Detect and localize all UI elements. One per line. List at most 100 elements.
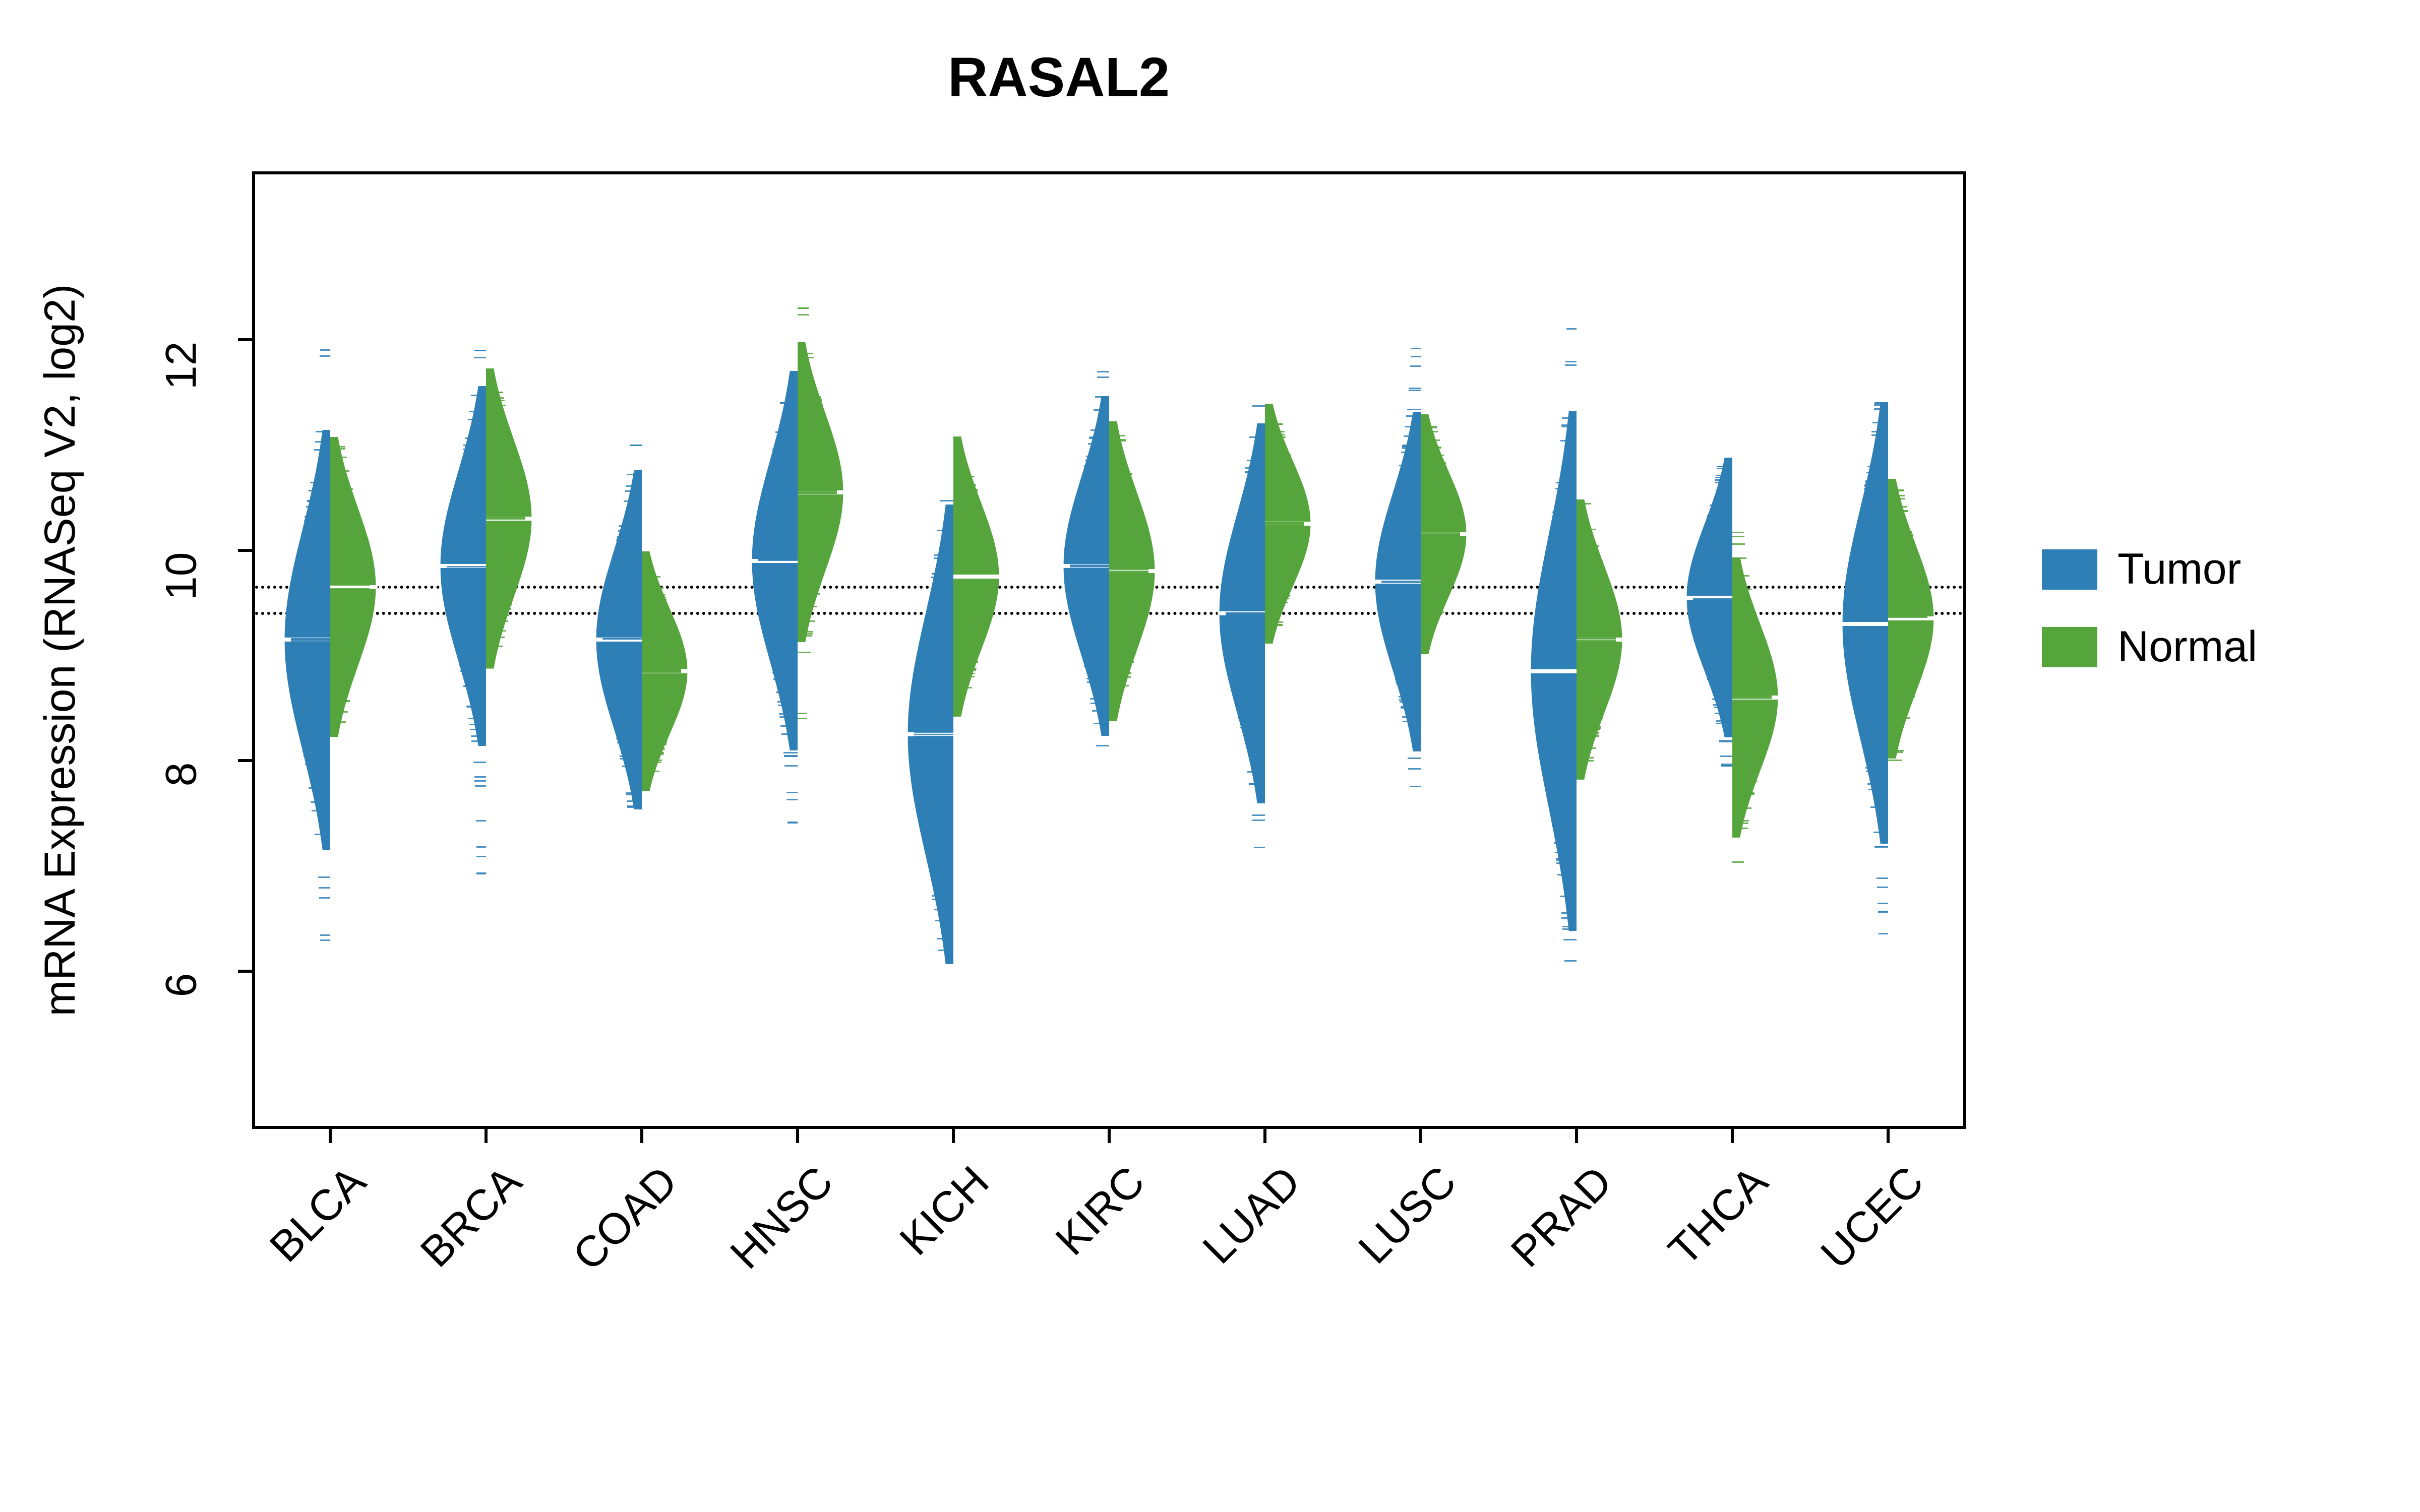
data-tick: [291, 643, 330, 645]
data-tick: [1693, 610, 1732, 612]
data-tick: [447, 579, 486, 580]
data-tick: [1421, 469, 1447, 470]
data-tick: [330, 604, 369, 606]
data-tick: [447, 548, 486, 549]
data-tick: [1421, 574, 1455, 575]
data-tick: [798, 437, 830, 438]
data-tick: [448, 596, 486, 597]
data-tick: [1072, 602, 1109, 603]
data-tick: [453, 497, 486, 499]
data-tick: [758, 565, 798, 566]
data-tick: [953, 596, 992, 598]
data-tick: [1716, 720, 1733, 722]
data-tick: [1406, 415, 1421, 417]
data-tick: [330, 594, 370, 595]
data-tick: [1871, 434, 1889, 436]
data-tick: [1888, 653, 1924, 655]
data-tick: [1560, 440, 1577, 442]
data-tick: [1577, 529, 1595, 530]
data-tick: [476, 846, 486, 848]
data-tick: [953, 620, 988, 621]
data-tick: [292, 676, 330, 678]
data-tick: [798, 652, 811, 653]
data-tick: [798, 606, 817, 607]
data-tick: [1577, 596, 1611, 597]
data-tick: [642, 597, 666, 598]
data-tick: [330, 721, 346, 723]
data-tick: [1245, 467, 1265, 469]
data-tick: [798, 480, 836, 481]
data-tick: [1873, 832, 1889, 833]
data-tick: [486, 614, 510, 616]
data-tick: [293, 684, 330, 685]
data-tick: [934, 909, 953, 910]
data-tick: [1247, 771, 1265, 773]
data-tick: [1888, 760, 1902, 761]
data-tick: [294, 695, 330, 697]
data-tick: [310, 482, 330, 483]
data-tick: [1715, 482, 1733, 483]
data-tick: [616, 544, 642, 546]
data-tick: [319, 897, 330, 899]
data-tick: [953, 600, 991, 601]
data-tick: [330, 551, 367, 552]
data-tick: [463, 685, 486, 687]
data-tick: [1109, 618, 1143, 620]
data-tick: [1421, 585, 1451, 587]
data-tick: [786, 792, 798, 793]
data-tick: [1109, 569, 1148, 570]
data-tick: [1080, 647, 1109, 648]
data-tick: [1234, 535, 1265, 537]
data-tick: [486, 585, 516, 587]
data-tick: [914, 746, 953, 748]
data-tick: [603, 617, 642, 618]
data-tick: [1695, 571, 1732, 573]
data-tick: [627, 474, 642, 475]
data-tick: [1888, 657, 1923, 658]
data-tick: [1265, 512, 1304, 514]
data-tick: [306, 506, 330, 508]
data-tick: [1109, 607, 1145, 609]
data-tick: [1109, 473, 1132, 475]
data-tick: [1401, 706, 1421, 708]
data-tick: [759, 580, 798, 581]
legend-item-normal: Normal: [2042, 622, 2257, 672]
data-tick: [471, 735, 486, 737]
data-tick: [1228, 651, 1265, 652]
data-tick: [291, 620, 330, 622]
data-tick: [1888, 495, 1905, 496]
data-tick: [486, 573, 519, 575]
data-tick: [1693, 609, 1732, 610]
data-tick: [1109, 523, 1143, 524]
data-tick: [1254, 847, 1265, 848]
data-tick: [798, 713, 807, 714]
data-tick: [330, 529, 362, 531]
data-tick: [1074, 616, 1109, 618]
data-tick: [1540, 728, 1577, 730]
data-tick: [1701, 541, 1732, 543]
data-tick: [1537, 663, 1577, 665]
data-tick: [330, 600, 369, 602]
data-tick: [642, 599, 667, 600]
data-tick: [1265, 523, 1304, 525]
data-tick: [1849, 619, 1888, 621]
data-tick: [1227, 583, 1265, 584]
median-line: [1841, 622, 1889, 626]
data-tick: [330, 623, 367, 624]
data-tick: [1732, 700, 1772, 701]
data-tick: [300, 738, 330, 740]
data-tick: [1109, 676, 1131, 678]
data-tick: [1872, 422, 1888, 423]
data-tick: [1732, 793, 1754, 795]
data-tick: [779, 713, 798, 715]
data-tick: [1697, 637, 1732, 638]
data-tick: [1699, 642, 1733, 644]
data-tick: [798, 562, 827, 563]
data-tick: [1088, 443, 1109, 445]
data-tick: [1410, 786, 1421, 787]
data-tick: [759, 585, 798, 587]
data-tick: [1732, 687, 1771, 689]
data-tick: [1385, 535, 1421, 537]
data-tick: [1094, 723, 1109, 724]
data-tick: [1421, 554, 1459, 555]
